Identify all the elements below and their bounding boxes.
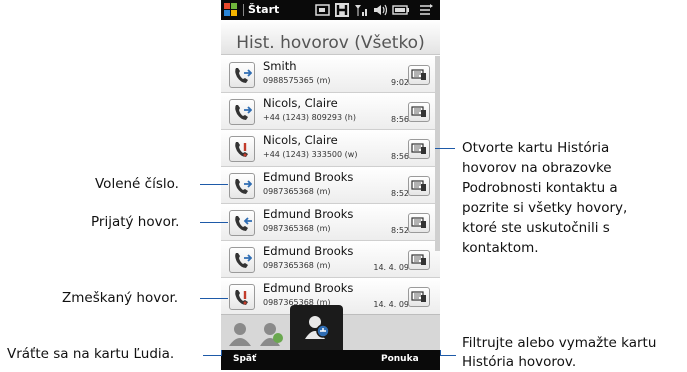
page-title: Hist. hovorov (Všetko): [236, 33, 425, 53]
battery-icon: [392, 5, 409, 15]
call-row[interactable]: Edmund Brooks 0987365368 (m) 14. 4. 09: [221, 241, 440, 278]
phone-number: 0987365368 (m): [263, 224, 331, 233]
callout-history-line-3: Podrobnosti kontaktu a: [462, 180, 618, 196]
phone-number: 0988575365 (m): [263, 76, 331, 85]
message-icon: [411, 254, 426, 265]
callout-received: Prijatý hovor.: [91, 214, 180, 230]
callout-dialed: Volené číslo.: [95, 176, 179, 192]
missed-call-icon: [235, 290, 248, 305]
back-softkey[interactable]: Späť: [233, 354, 256, 364]
outgoing-call-icon: [235, 253, 252, 268]
message-button[interactable]: [408, 287, 430, 307]
signal-icon: [355, 5, 367, 16]
contacts-status-icon: [315, 4, 330, 16]
softkey-bar: Späť Ponuka: [221, 350, 440, 370]
call-type-icon-box[interactable]: [229, 136, 255, 162]
contact-name: Nicols, Claire: [263, 96, 338, 110]
contact-name: Smith: [263, 59, 297, 73]
callout-history-line: [435, 148, 455, 149]
phone-number: +44 (1243) 333500 (w): [263, 150, 358, 159]
tab-bar: [221, 305, 440, 351]
message-icon: [411, 143, 426, 154]
callout-missed-line: [200, 298, 228, 299]
callout-back: Vráťte sa na kartu Ľudia.: [7, 346, 175, 362]
call-time: 9:02: [391, 78, 409, 87]
callout-back-tick: [221, 350, 222, 356]
message-icon: [411, 291, 426, 302]
call-type-icon-box[interactable]: [229, 99, 255, 125]
call-time: 8:52: [391, 226, 409, 235]
received-call-icon: [235, 216, 252, 231]
callout-history-line-5: ktoré ste uskutočnili s: [462, 220, 610, 236]
contact-name: Edmund Brooks: [263, 207, 354, 221]
message-icon: [411, 69, 426, 80]
phone-number: 0987365368 (m): [263, 261, 331, 270]
contact-name: Edmund Brooks: [263, 244, 354, 258]
scrollbar[interactable]: [435, 56, 440, 251]
callout-back-line: [203, 355, 221, 356]
h-network-icon: [335, 3, 349, 17]
callout-history: Otvorte kartu História hovorov na obrazo…: [462, 138, 627, 258]
phone-screen: Štart Hist. hovorov (Všetko) Smith 098857…: [221, 0, 440, 370]
callout-dialed-line: [200, 184, 228, 185]
call-time: 14. 4. 09: [373, 263, 409, 272]
call-row[interactable]: Edmund Brooks 0987365368 (m) 8:52: [221, 167, 440, 204]
contact-name: Edmund Brooks: [263, 281, 354, 295]
callout-history-line-2: hovorov na obrazovke: [462, 160, 612, 176]
callout-history-line-1: Otvorte kartu História: [462, 140, 610, 156]
phone-number: 0987365368 (m): [263, 187, 331, 196]
message-icon: [411, 180, 426, 191]
phone-number: +44 (1243) 809293 (h): [263, 113, 356, 122]
callout-filter: Filtrujte alebo vymažte kartu História h…: [462, 334, 656, 372]
volume-icon: [374, 4, 387, 16]
message-button[interactable]: [408, 65, 430, 85]
message-button[interactable]: [408, 139, 430, 159]
call-row[interactable]: Nicols, Claire +44 (1243) 809293 (h) 8:56: [221, 93, 440, 130]
callout-history-line-6: kontaktom.: [462, 240, 539, 256]
call-type-icon-box[interactable]: [229, 284, 255, 310]
callout-missed: Zmeškaný hovor.: [62, 290, 179, 306]
callout-filter-line-1: Filtrujte alebo vymažte kartu: [462, 335, 657, 351]
call-history-list: Smith 0988575365 (m) 9:02 Nicols, Claire +44…: [221, 56, 440, 314]
call-type-icon-box[interactable]: [229, 173, 255, 199]
message-button[interactable]: [408, 213, 430, 233]
message-icon: [411, 217, 426, 228]
message-button[interactable]: [408, 102, 430, 122]
message-icon: [411, 106, 426, 117]
message-button[interactable]: [408, 176, 430, 196]
message-button[interactable]: [408, 250, 430, 270]
status-bar: Štart: [221, 0, 440, 20]
callout-received-line: [200, 222, 228, 223]
title-bar: Hist. hovorov (Všetko): [221, 20, 440, 55]
menu-icon[interactable]: [419, 3, 433, 17]
call-type-icon-box[interactable]: [229, 210, 255, 236]
callout-filter-line-2: História hovorov.: [462, 354, 577, 370]
call-time: 8:56: [391, 152, 409, 161]
outgoing-call-icon: [235, 68, 252, 83]
call-row[interactable]: Nicols, Claire +44 (1243) 333500 (w) 8:56: [221, 130, 440, 167]
call-row[interactable]: Smith 0988575365 (m) 9:02: [221, 56, 440, 93]
callout-history-line-4: pozrite si všetky hovory,: [462, 200, 628, 216]
windows-logo-icon[interactable]: [224, 3, 239, 17]
call-time: 8:52: [391, 189, 409, 198]
outgoing-call-icon: [235, 105, 252, 120]
call-history-tab-icon[interactable]: [303, 313, 331, 349]
call-time: 14. 4. 09: [373, 300, 409, 309]
call-type-icon-box[interactable]: [229, 62, 255, 88]
call-row[interactable]: Edmund Brooks 0987365368 (m) 8:52: [221, 204, 440, 241]
contact-name: Edmund Brooks: [263, 170, 354, 184]
contact-name: Nicols, Claire: [263, 133, 338, 147]
call-type-icon-box[interactable]: [229, 247, 255, 273]
status-separator: [243, 4, 244, 16]
call-time: 8:56: [391, 115, 409, 124]
menu-softkey[interactable]: Ponuka: [381, 354, 419, 364]
start-label[interactable]: Štart: [248, 3, 279, 16]
missed-call-icon: [235, 142, 248, 157]
outgoing-call-icon: [235, 179, 252, 194]
callout-filter-line: [440, 355, 456, 356]
